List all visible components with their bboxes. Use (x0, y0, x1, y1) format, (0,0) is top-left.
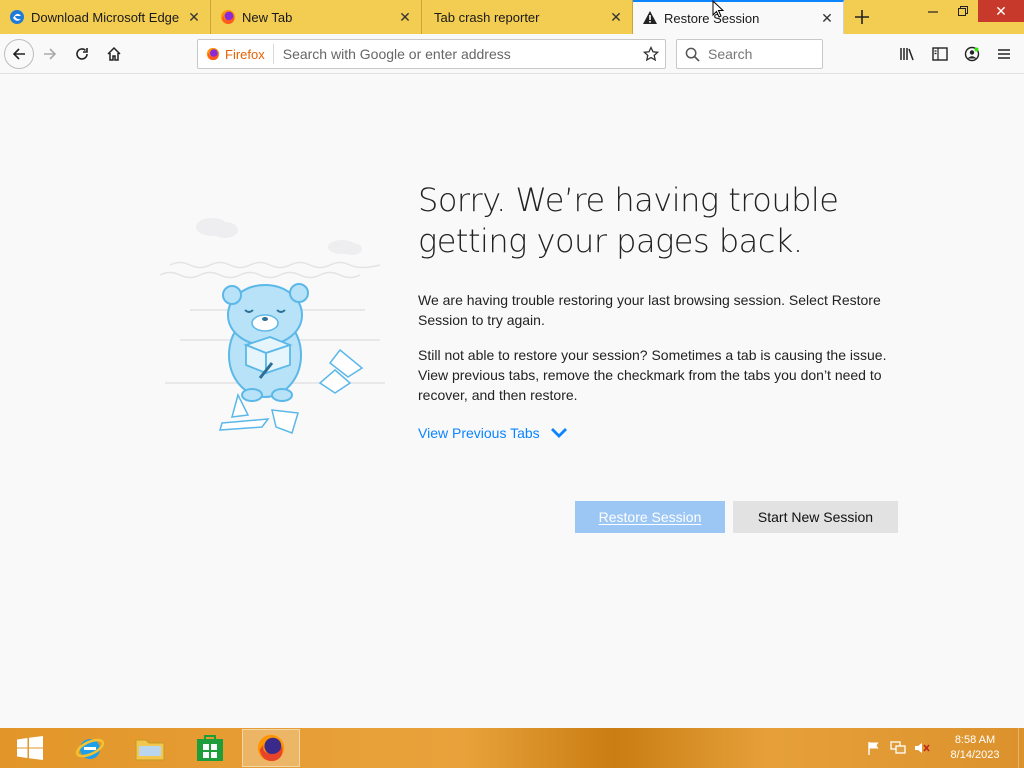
start-new-session-button[interactable]: Start New Session (733, 501, 898, 533)
view-previous-tabs-label: View Previous Tabs (418, 425, 540, 441)
tab-title: Tab crash reporter (434, 9, 540, 25)
taskbar-ie[interactable] (60, 728, 120, 768)
minimize-button[interactable] (918, 0, 948, 22)
clock-date: 8/14/2023 (950, 749, 1000, 761)
restore-button[interactable] (948, 0, 978, 22)
warning-icon (642, 10, 658, 26)
close-tab-icon[interactable]: ✕ (819, 10, 835, 26)
reload-icon (76, 47, 88, 60)
mouse-cursor-icon (712, 0, 725, 23)
home-icon (107, 46, 121, 61)
home-button[interactable] (98, 38, 130, 70)
show-desktop-button[interactable] (1018, 728, 1024, 768)
clock[interactable]: 8:58 AM 8/14/2023 (940, 733, 1010, 763)
store-icon (197, 735, 223, 761)
tab-strip: Download Microsoft Edge ✕ New Tab ✕ Tab … (0, 0, 1024, 34)
account-button[interactable] (956, 38, 988, 70)
back-button[interactable] (4, 38, 34, 69)
network-icon[interactable] (886, 741, 910, 755)
address-bar[interactable]: Firefox (197, 39, 666, 69)
windows-logo-icon (17, 736, 43, 760)
tab-download-edge[interactable]: Download Microsoft Edge ✕ (0, 0, 211, 34)
account-icon (964, 46, 980, 62)
sidebar-button[interactable] (924, 38, 956, 70)
taskbar-file-explorer[interactable] (120, 728, 180, 768)
window-controls: ✕ (918, 0, 1024, 24)
library-button[interactable] (892, 38, 924, 70)
flag-icon[interactable] (862, 741, 886, 755)
clock-time: 8:58 AM (954, 734, 996, 746)
back-arrow-icon (12, 47, 25, 60)
tab-new-tab[interactable]: New Tab ✕ (211, 0, 422, 34)
close-tab-icon[interactable]: ✕ (186, 9, 202, 25)
tab-restore-session[interactable]: Restore Session ✕ (633, 0, 844, 34)
taskbar-store[interactable] (180, 728, 240, 768)
window-close-button[interactable]: ✕ (978, 0, 1024, 22)
identity-label: Firefox (225, 46, 265, 62)
taskbar-firefox[interactable] (242, 729, 300, 767)
view-previous-tabs-link[interactable]: View Previous Tabs (418, 425, 568, 441)
search-input[interactable] (708, 46, 808, 62)
reload-button[interactable] (66, 38, 98, 70)
help-paragraph: Still not able to restore your session? … (418, 347, 887, 403)
url-input[interactable] (273, 46, 637, 62)
restore-session-button[interactable]: Restore Session (575, 501, 725, 533)
tab-title: Download Microsoft Edge (31, 9, 180, 25)
start-button[interactable] (0, 728, 60, 768)
tab-crash-reporter[interactable]: Tab crash reporter ✕ (422, 0, 633, 34)
firefox-icon (257, 734, 285, 762)
firefox-icon (220, 9, 236, 25)
identity-box[interactable]: Firefox (198, 44, 274, 64)
plus-icon (855, 10, 869, 24)
forward-button[interactable] (34, 38, 66, 70)
chevron-down-icon (550, 427, 568, 439)
intro-paragraph: We are having trouble restoring your las… (418, 292, 881, 328)
taskbar: 8:58 AM 8/14/2023 (0, 728, 1024, 768)
close-tab-icon[interactable]: ✕ (397, 9, 413, 25)
close-tab-icon[interactable]: ✕ (608, 9, 624, 25)
search-icon (685, 47, 700, 62)
menu-button[interactable] (988, 38, 1020, 70)
tab-title: New Tab (242, 9, 293, 25)
forward-arrow-icon (44, 47, 57, 60)
library-icon (900, 48, 914, 61)
toolbar-icons (892, 38, 1020, 70)
volume-muted-icon[interactable] (910, 741, 934, 755)
nav-toolbar: Firefox (0, 34, 1024, 74)
firefox-icon (206, 47, 220, 61)
internet-explorer-icon (75, 738, 105, 759)
sidebar-icon (932, 47, 948, 61)
hamburger-menu-icon (998, 49, 1010, 59)
tab-title: Restore Session (664, 10, 760, 26)
bookmark-star-icon[interactable] (637, 46, 665, 62)
new-tab-button[interactable] (844, 0, 880, 34)
page-title: Sorry. We’re having trouble getting your… (418, 181, 839, 260)
sad-bear-illustration (159, 218, 385, 434)
folder-icon (135, 739, 165, 761)
search-bar[interactable] (676, 39, 823, 69)
system-tray: 8:58 AM 8/14/2023 (862, 728, 1024, 768)
edge-icon (9, 9, 25, 25)
